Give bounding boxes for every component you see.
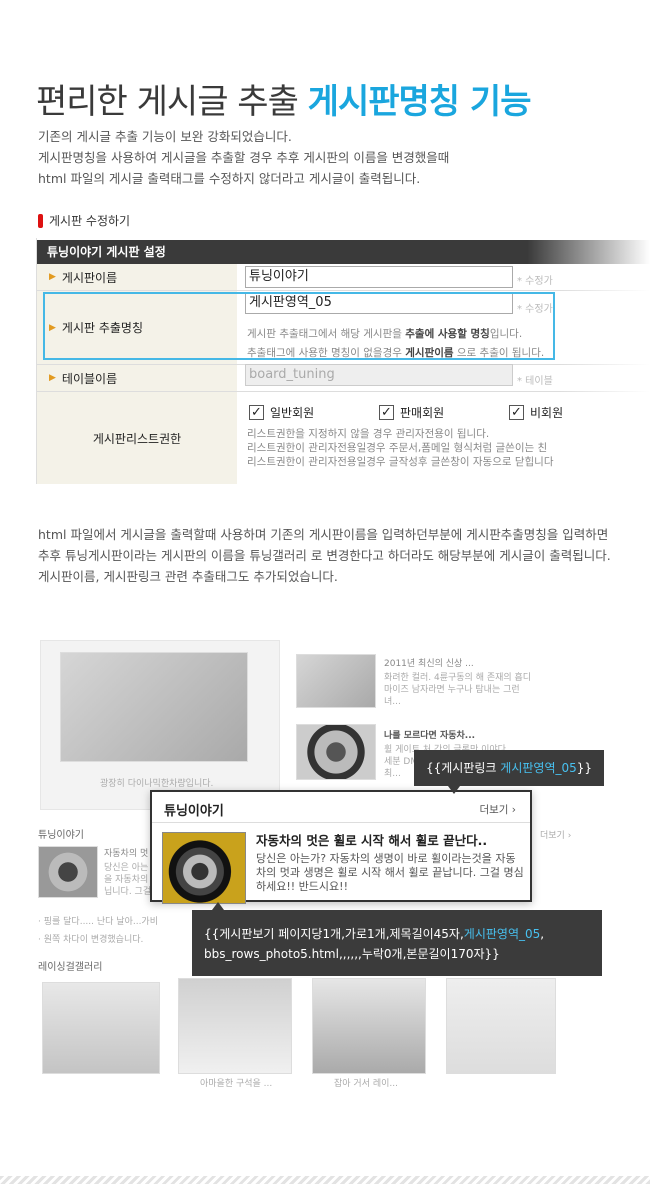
ghost-gallery-photo-1 <box>42 982 160 1074</box>
ghost-main-caption: 광장히 다이나믹한차량입니다. <box>100 779 214 789</box>
board-name-note: * 수정가 <box>517 276 553 287</box>
permission-help-1: 리스트권한을 지정하지 않을 경우 관리자전용이 됩니다. <box>247 428 490 440</box>
ghost-news1-title: 2011년 최신의 신상 ... <box>384 659 474 669</box>
tag-text: {{게시판링크 <box>426 761 501 775</box>
post-title-link[interactable]: 자동차의 멋은 휠로 시작 해서 휠로 끝난다.. <box>256 830 487 849</box>
ghost-tuning-label: 튜닝이야기 <box>38 830 84 841</box>
tooltip-tail <box>448 786 460 794</box>
board-card-title: 튜닝이야기 <box>164 804 224 819</box>
ghost-gallery-caption-2: 잡아 거서 레이... <box>334 1079 398 1089</box>
ghost-list-2: · 원쪽 차다이 변경했습니다. <box>38 935 144 945</box>
ghost-list-1: · 핑를 달다..... 난다 날아...가비 <box>38 917 158 927</box>
board-settings-panel: 튜닝이야기 게시판 설정 ▶ 게시판이름 튜닝이야기 * 수정가 ▶ 게시판 추출명… <box>36 238 650 484</box>
extract-name-input[interactable]: 게시판영역_05 <box>245 292 513 314</box>
intro-line-1: 기존의 게시글 추출 기능이 보완 강화되었습니다. <box>38 129 292 144</box>
intro-line-3: html 파일의 게시글 출력태그를 수정하지 않더라고 게시글이 출력됩니다. <box>38 171 421 186</box>
tag-text: {{게시판보기 페이지당1개,가로1개,제목길이45자, <box>204 927 464 941</box>
extract-name-note: * 수정가 <box>517 304 553 315</box>
section-label-text: 게시판 수정하기 <box>49 214 131 228</box>
ghost-racing-label: 레이싱걸갤러리 <box>38 962 103 973</box>
page-title: 편리한 게시글 추출 게시판명칭 기능 <box>36 74 532 123</box>
bullet-arrow-icon: ▶ <box>49 322 56 333</box>
desc-line-2: 추후 튜닝게시판이라는 게시판의 이름을 튜닝갤러리 로 변경한다고 하더라도 … <box>38 548 611 563</box>
ghost-more-right: 더보기 › <box>540 831 572 841</box>
check-icon: ✓ <box>249 405 264 420</box>
ghost-news2-title: 나를 모르다면 자동차... <box>384 731 476 741</box>
tag-highlight: 게시판영역_05 <box>463 927 541 941</box>
title-highlight: 게시판명칭 기능 <box>307 82 532 122</box>
extract-help-2: 추출태그에 사용한 명칭이 없을경우 게시판이름 으로 추출이 됩니다. <box>247 345 544 360</box>
permission-help-2: 리스트권한이 관리자전용일경우 주문서,폼메일 형식처럼 글쓴이는 친 <box>247 442 548 454</box>
board-name-input[interactable]: 튜닝이야기 <box>245 266 513 288</box>
panel-fade-overlay <box>560 264 650 484</box>
help-text: 추출태그에 사용한 명칭이 없을경우 <box>247 347 406 359</box>
ghost-gallery-photo-3 <box>312 978 426 1074</box>
tag-highlight: 게시판영역_05 <box>500 761 577 775</box>
section-marker-icon <box>38 213 43 228</box>
wheel-photo[interactable] <box>162 832 246 904</box>
help-text: 게시판 추출태그에서 해당 게시판을 <box>247 328 406 340</box>
ghost-gallery-photo-2 <box>178 978 292 1074</box>
checkbox-label: 비회원 <box>530 406 564 420</box>
label-text: 게시판 추출명칭 <box>61 321 144 335</box>
extract-help-1: 게시판 추출태그에서 해당 게시판을 추출에 사용할 명칭입니다. <box>247 326 522 341</box>
ghost-gallery-photo-4 <box>446 978 556 1074</box>
example-illustration: 광장히 다이나믹한차량입니다. 2011년 최신의 신상 ... 화려한 컬러.… <box>0 610 650 1090</box>
board-card-divider <box>152 822 530 823</box>
row-label-board-name: ▶ 게시판이름 <box>37 264 237 290</box>
checkbox-general-member[interactable]: ✓ 일반회원 <box>249 404 314 421</box>
ghost-news1-body-2: 마이즈 남자라면 누구나 탐내는 그런 <box>384 685 520 695</box>
row-label-list-permission: 게시판리스트권한 <box>37 392 237 484</box>
table-name-note: * 테이블 <box>517 376 553 387</box>
section-label: 게시판 수정하기 <box>38 212 130 229</box>
ghost-tuning-item: 자동차의 멋 <box>104 849 149 859</box>
help-strong: 추출에 사용할 명칭 <box>405 328 490 340</box>
board-view-tag-tooltip: {{게시판보기 페이지당1개,가로1개,제목길이45자,게시판영역_05, bb… <box>192 902 602 976</box>
check-icon: ✓ <box>379 405 394 420</box>
desc-line-3: 게시판이름, 게시판링크 관련 추출태그도 추가되었습니다. <box>38 569 338 584</box>
checkbox-non-member[interactable]: ✓ 비회원 <box>509 404 563 421</box>
row-label-extract-name: ▶ 게시판 추출명칭 <box>37 291 237 364</box>
help-text: 입니다. <box>489 328 523 340</box>
board-link-tag-tooltip: {{게시판링크 게시판영역_05}} <box>414 750 605 794</box>
ghost-news2-body-3: 최... <box>384 769 401 779</box>
ghost-tuning-line-3: 닙니다. 그걸 <box>104 887 152 897</box>
check-icon: ✓ <box>509 405 524 420</box>
label-text: 게시판이름 <box>61 270 118 285</box>
checkbox-label: 판매회원 <box>400 406 445 420</box>
label-text: 게시판리스트권한 <box>92 431 182 446</box>
ghost-news1-photo <box>296 654 376 708</box>
ghost-tuning-photo <box>38 846 98 898</box>
label-text: 테이블이름 <box>61 371 118 386</box>
ghost-news2-photo <box>296 724 376 780</box>
table-name-input: board_tuning <box>245 364 513 386</box>
panel-heading: 튜닝이야기 게시판 설정 <box>37 240 650 264</box>
permission-help-3: 리스트권한이 관리자전용일경우 글작성후 글쓴창이 자동으로 닫힙니다 <box>247 456 554 468</box>
tag-text: }} <box>576 761 593 775</box>
post-body: 당신은 아는가? 자동차의 생명이 바로 휠이라는것을 자동차의 멋과 생명은 … <box>256 852 524 893</box>
ghost-main-photo <box>60 652 248 762</box>
help-text: 으로 추출이 됩니다. <box>453 347 545 359</box>
help-strong: 게시판이름 <box>405 347 454 359</box>
bottom-border <box>0 1176 650 1184</box>
desc-line-1: html 파일에서 게시글을 출력할때 사용하며 기존의 게시판이름을 입력하던… <box>38 527 609 542</box>
checkbox-seller-member[interactable]: ✓ 판매회원 <box>379 404 444 421</box>
row-label-table-name: ▶ 테이블이름 <box>37 365 237 391</box>
title-plain: 편리한 게시글 추출 <box>36 82 308 122</box>
checkbox-label: 일반회원 <box>270 406 315 420</box>
tooltip-tail <box>212 902 224 910</box>
ghost-news1-body-3: 녀... <box>384 697 401 707</box>
ghost-gallery-caption-1: 아마을한 구석을 ... <box>200 1079 273 1089</box>
intro-line-2: 게시판명칭을 사용하여 게시글을 추출할 경우 추후 게시판의 이름을 변경했을… <box>38 150 450 165</box>
board-preview-card: 튜닝이야기 더보기 › 자동차의 멋은 휠로 시작 해서 휠로 끝난다.. 당신… <box>150 790 532 904</box>
bullet-arrow-icon: ▶ <box>49 373 56 383</box>
board-card-more-link[interactable]: 더보기 › <box>479 802 516 817</box>
bullet-arrow-icon: ▶ <box>49 272 56 282</box>
